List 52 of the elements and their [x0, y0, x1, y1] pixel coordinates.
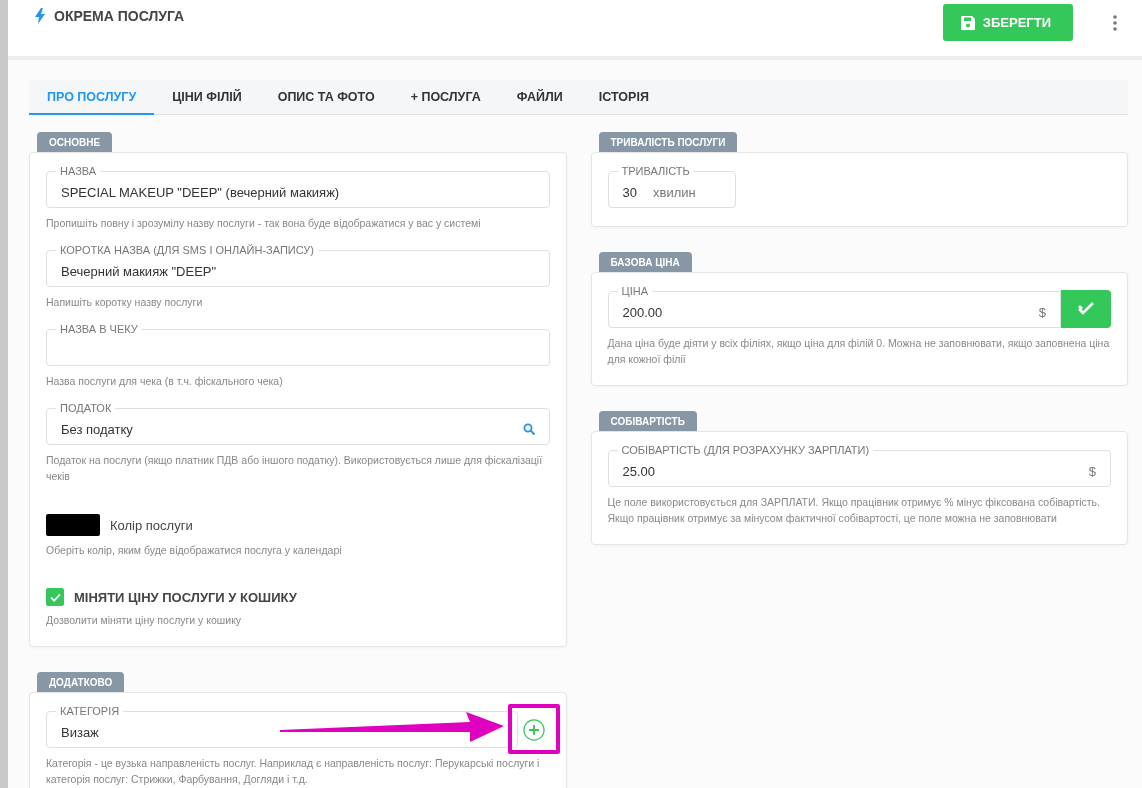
- tab[interactable]: ЦІНИ ФІЛІЙ: [154, 80, 260, 115]
- input-field[interactable]: ЦІНА 200.00 $: [607, 285, 1061, 328]
- hint-text: Категорія - це вузька направленість послуг. Наприклад є направленість послуг: Перукарські послуги і категорія послуг: Стрижки, Фарбування, Догляди і т.д.: [46, 756, 541, 787]
- field-value: 30: [622, 184, 637, 200]
- field-label: ЦІНА: [620, 285, 649, 298]
- duration-field[interactable]: ТРИВАЛІСТЬ 30 хвилин: [607, 165, 736, 208]
- tab[interactable]: ФАЙЛИ: [498, 80, 581, 115]
- tab[interactable]: ІСТОРІЯ: [580, 80, 667, 115]
- hint-text: Дана ціна буде діяти у всіх філіях, якщо ціна для філій 0. Можна не заповнювати, якщо заповнена ціна для кожної філії: [607, 336, 1111, 367]
- checkbox-label: МІНЯТИ ЦІНУ ПОСЛУГИ У КОШИКУ: [74, 589, 297, 605]
- color-label: Колір послуги: [110, 517, 193, 533]
- hint-text: Назва послуги для чека (в т.ч. фіскального чека): [46, 374, 284, 389]
- unit-label: $: [1038, 304, 1046, 320]
- add-button[interactable]: [522, 719, 545, 741]
- tab[interactable]: + ПОСЛУГА: [392, 80, 499, 115]
- double-check-icon: [1078, 302, 1094, 316]
- confirm-button[interactable]: [1061, 290, 1111, 328]
- input-field[interactable]: НАЗВА SPECIAL MAKEUP "DEEP" (вечерний макияж): [46, 165, 550, 208]
- unit-label: $: [1088, 463, 1096, 479]
- field-value: SPECIAL MAKEUP "DEEP" (вечерний макияж): [61, 184, 340, 200]
- unit-label: хвилин: [652, 184, 696, 200]
- hint-text: Оберіть колір, яким буде відображатися послуга у календарі: [46, 543, 343, 558]
- checkbox[interactable]: [46, 588, 64, 606]
- field-value: Без податку: [61, 421, 133, 437]
- plus-circle-icon: [522, 719, 545, 741]
- field-label: НАЗВА В ЧЕКУ: [59, 323, 139, 336]
- more-options-icon[interactable]: [1113, 14, 1117, 31]
- page-title: ОКРЕМА ПОСЛУГА: [54, 8, 185, 24]
- input-field[interactable]: СОБІВАРТІСТЬ (ДЛЯ РОЗРАХУНКУ ЗАРПЛАТИ) 25.00 $: [607, 444, 1111, 487]
- hint-text: Пропишіть повну і зрозумілу назву послуги - так вона буде відображатися у вас у системі: [46, 216, 482, 231]
- field-value: 25.00: [622, 463, 656, 479]
- field-label: НАЗВА: [59, 165, 98, 178]
- field-label: ПОДАТОК: [59, 402, 113, 415]
- lightning-icon: [35, 8, 45, 24]
- search-icon[interactable]: [522, 423, 535, 435]
- hint-text: Це поле використовується для ЗАРПЛАТИ. Якщо працівник отримує % мінус фіксована собівартість. Якщо працівник отримує за мінусом фактичної собівартості, це поле можна не заповнювати: [607, 495, 1101, 526]
- field-value: Визаж: [61, 724, 99, 740]
- field-value: 200.00: [622, 304, 663, 320]
- hint-text: Податок на послуги (якщо платник ПДВ або іншого податку). Використовується лише для фіскалізації чеків: [46, 453, 544, 484]
- hint-text: Напишіть коротку назву послуги: [46, 295, 204, 310]
- field-label: КОРОТКА НАЗВА (ДЛЯ SMS І ОНЛАЙН-ЗАПИСУ): [59, 244, 315, 257]
- input-field[interactable]: НАЗВА В ЧЕКУ: [46, 323, 550, 366]
- input-field[interactable]: ПОДАТОК Без податку: [46, 402, 550, 445]
- tab[interactable]: ОПИС ТА ФОТО: [259, 80, 393, 115]
- field-label: КАТЕГОРІЯ: [59, 705, 121, 718]
- checkmark-icon: [49, 592, 61, 602]
- field-label: ТРИВАЛІСТЬ: [620, 165, 691, 178]
- hint-text: Дозволити міняти ціну послуги у кошику: [46, 613, 243, 628]
- color-swatch[interactable]: [46, 514, 100, 536]
- input-field[interactable]: КОРОТКА НАЗВА (ДЛЯ SMS І ОНЛАЙН-ЗАПИСУ) Вечерний макияж "DEEP": [46, 244, 550, 287]
- field-label: СОБІВАРТІСТЬ (ДЛЯ РОЗРАХУНКУ ЗАРПЛАТИ): [620, 444, 871, 457]
- field-value: Вечерний макияж "DEEP": [61, 263, 217, 279]
